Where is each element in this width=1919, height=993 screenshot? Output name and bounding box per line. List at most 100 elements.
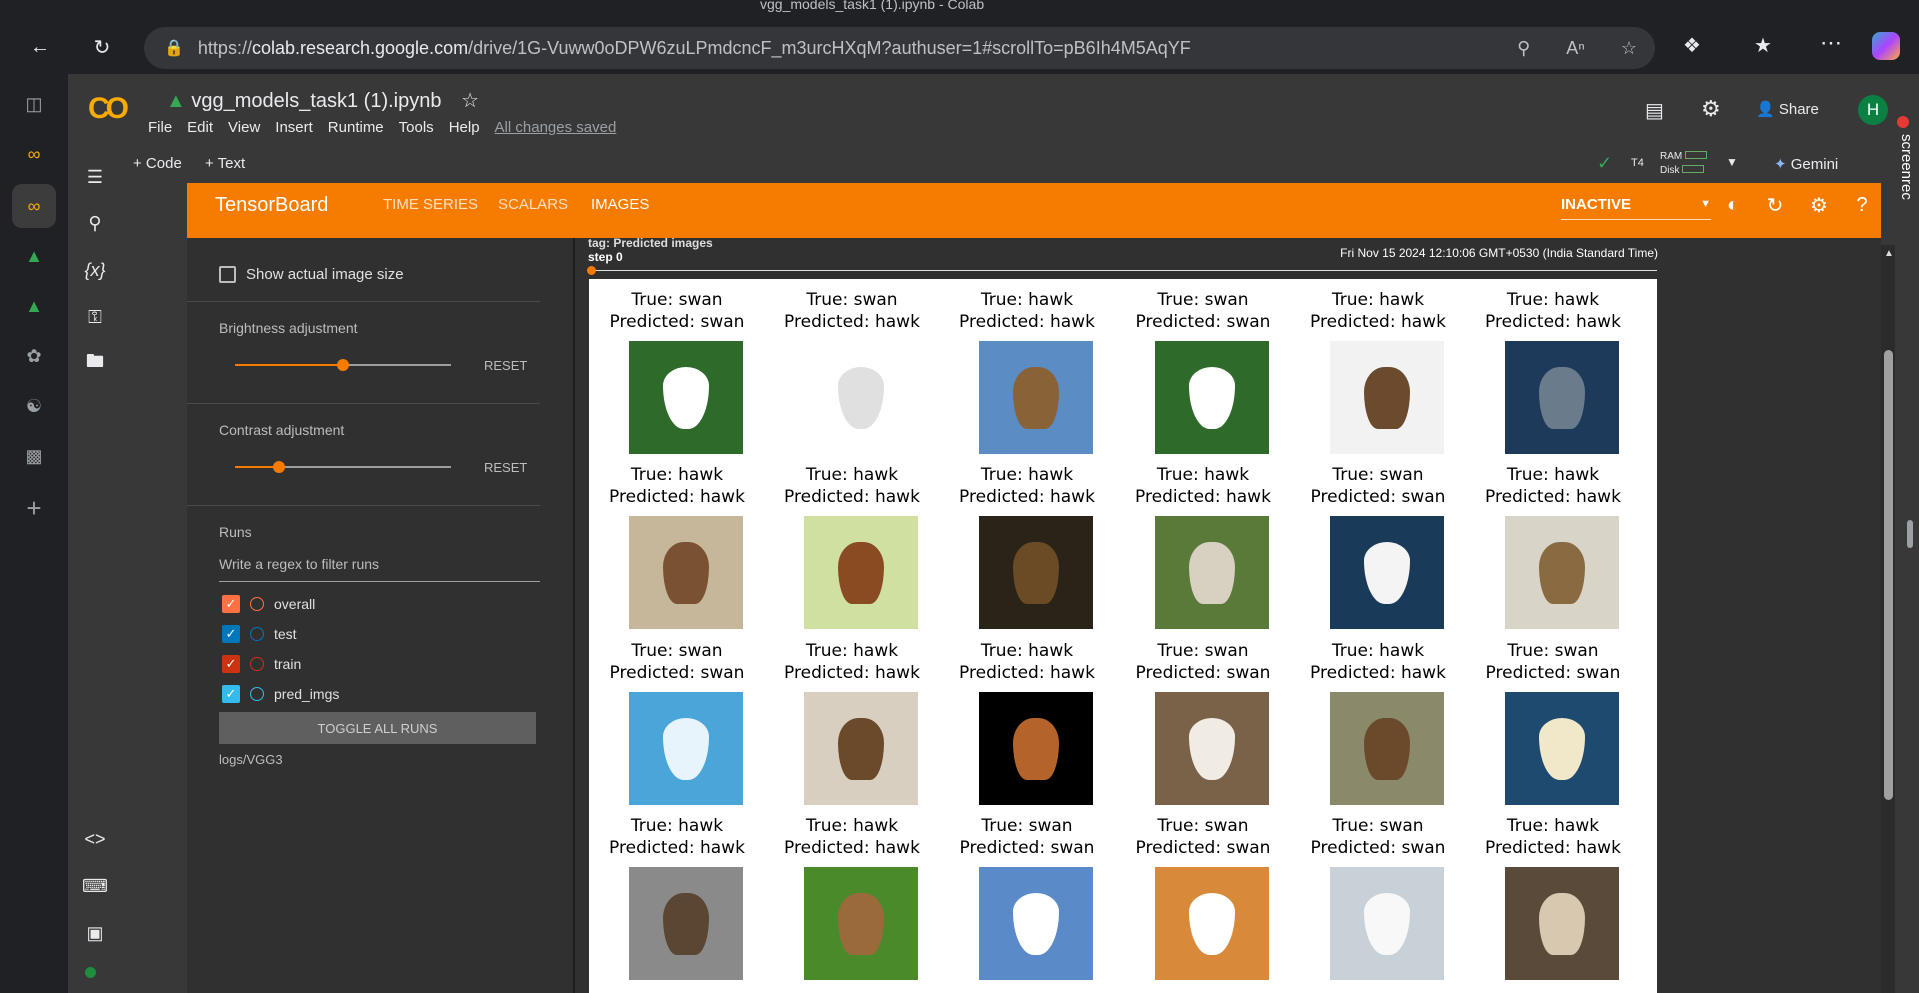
step-slider-track[interactable] [589,270,1657,271]
contrast-reset-button[interactable]: RESET [484,460,527,475]
drive-file-icon: ▲ [166,90,186,112]
site-info-icon[interactable]: 🔒 [164,38,184,58]
comment-icon[interactable]: ▤ [1645,98,1664,123]
files-folder-icon[interactable]: 🖿 [82,351,108,377]
help-icon[interactable]: ? [1849,192,1875,218]
resource-meter[interactable]: RAM Disk [1660,150,1708,178]
colab-active-tab-icon[interactable]: ∞ [12,184,56,228]
save-status[interactable]: All changes saved [495,119,617,136]
inactive-plugins-select[interactable]: INACTIVE ▼ [1561,196,1711,220]
menu-insert[interactable]: Insert [275,119,313,136]
contrast-slider-handle[interactable] [273,461,285,473]
run-color-picker[interactable] [250,657,264,671]
predicted-label: Predicted: hawk [784,487,920,507]
colab-tab-icon[interactable]: ∞ [20,140,48,168]
notebook-title[interactable]: ▲ vgg_models_task1 (1).ipynb ☆ [166,88,479,113]
menu-edit[interactable]: Edit [187,119,213,136]
tab-scalars[interactable]: SCALARS [498,196,568,213]
toggle-all-runs-button[interactable]: TOGGLE ALL RUNS [219,712,536,744]
chatgpt-icon[interactable]: ✿ [20,342,48,370]
favorites-icon[interactable]: ★ [1754,33,1772,58]
back-icon[interactable]: ← [22,29,58,65]
actual-size-checkbox[interactable] [219,266,236,283]
read-aloud-icon[interactable]: Aⁿ [1566,38,1585,59]
url-text[interactable]: https://colab.research.google.com/drive/… [198,38,1191,59]
add-text-button[interactable]: + Text [205,155,245,172]
scroll-up-icon[interactable]: ▲ [1884,248,1894,259]
runtime-dropdown-icon[interactable]: ▼ [1726,155,1738,169]
screenrec-badge[interactable]: screenrec [1893,134,1915,244]
run-overall[interactable]: ✓ overall [222,593,315,615]
card-tag: tag: Predicted images [588,236,713,250]
menu-help[interactable]: Help [449,119,480,136]
terminal-icon[interactable]: ▣ [82,920,108,946]
more-menu-icon[interactable]: ⋯ [1820,30,1842,56]
menu-runtime[interactable]: Runtime [328,119,384,136]
copilot-icon[interactable] [1872,32,1900,60]
outer-scroll-region [1895,140,1919,993]
prediction-caption: True: hawk Predicted: hawk [1115,464,1291,508]
true-label: True: hawk [630,816,724,836]
share-button[interactable]: 👤 Share [1756,100,1819,118]
true-label: True: swan [1507,641,1599,661]
brightness-reset-button[interactable]: RESET [484,358,527,373]
menu-view[interactable]: View [228,119,260,136]
run-test[interactable]: ✓ test [222,623,297,645]
star-icon[interactable]: ☆ [461,90,479,112]
avatar[interactable]: H [1858,95,1888,125]
colab-logo[interactable]: CO [88,92,134,125]
runs-filter-input[interactable]: Write a regex to filter runs [219,556,540,582]
code-snippets-icon[interactable]: <> [82,826,108,852]
favorite-star-icon[interactable]: ☆ [1621,38,1637,59]
app-icon-2[interactable]: ▩ [20,442,48,470]
prediction-caption: True: swan Predicted: swan [1290,464,1466,508]
address-bar[interactable]: 🔒 https://colab.research.google.com/driv… [144,27,1655,69]
run-color-picker[interactable] [250,597,264,611]
outer-scrollbar-thumb[interactable] [1907,520,1913,548]
refresh-icon[interactable]: ↻ [1762,192,1788,218]
true-label: True: hawk [805,641,899,661]
run-label: pred_imgs [274,686,340,702]
drive-icon[interactable]: ▲ [20,242,48,270]
predicted-label: Predicted: hawk [1310,312,1446,332]
zoom-icon[interactable]: ⚲ [1517,38,1530,59]
gemini-button[interactable]: ✦ Gemini [1774,155,1838,173]
run-train[interactable]: ✓ train [222,653,301,675]
menu-tools[interactable]: Tools [399,119,434,136]
tab-actions-icon[interactable]: ◫ [20,90,48,118]
hawk-image [1505,867,1619,980]
theme-toggle-icon[interactable]: ◐ [1720,192,1746,218]
run-pred-imgs[interactable]: ✓ pred_imgs [222,683,339,705]
settings-icon[interactable]: ⚙ [1701,96,1721,122]
secrets-key-icon[interactable]: ⚿ [82,304,108,330]
run-checkbox[interactable]: ✓ [222,655,240,673]
run-checkbox[interactable]: ✓ [222,625,240,643]
extensions-icon[interactable]: ❖ [1683,33,1701,58]
step-slider-handle[interactable] [587,266,596,275]
predicted-label: Predicted: swan [959,838,1095,858]
run-checkbox[interactable]: ✓ [222,685,240,703]
command-palette-icon[interactable]: ⌨ [82,873,108,899]
bird-shape [838,367,884,429]
run-color-picker[interactable] [250,687,264,701]
scrollbar-thumb[interactable] [1884,350,1893,800]
brightness-slider-handle[interactable] [337,359,349,371]
add-code-button[interactable]: + Code [133,155,182,172]
app-icon[interactable]: ☯ [20,392,48,420]
run-color-picker[interactable] [250,627,264,641]
variables-icon[interactable]: {x} [82,257,108,283]
runtime-type[interactable]: T4 [1631,157,1644,169]
reload-icon[interactable]: ↻ [84,29,120,65]
drive-icon-2[interactable]: ▲ [20,292,48,320]
tab-time-series[interactable]: TIME SERIES [383,196,478,213]
predicted-images-panel[interactable]: True: swan Predicted: swan True: swan Predi… [589,279,1657,993]
run-checkbox[interactable]: ✓ [222,595,240,613]
menu-file[interactable]: File [148,119,172,136]
tab-images[interactable]: IMAGES [591,196,649,213]
search-icon[interactable]: ⚲ [82,210,108,236]
predicted-label: Predicted: hawk [609,838,745,858]
toc-icon[interactable]: ☰ [82,164,108,190]
tb-settings-icon[interactable]: ⚙ [1806,192,1832,218]
add-tab-icon[interactable]: + [20,493,48,523]
predicted-label: Predicted: swan [1310,838,1446,858]
